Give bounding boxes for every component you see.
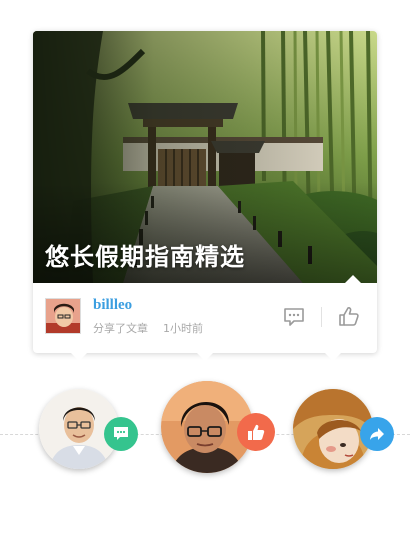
comment-button[interactable] — [283, 306, 305, 328]
comment-badge[interactable] — [104, 417, 138, 451]
article-cover-image[interactable]: 悠长假期指南精选 — [33, 31, 377, 283]
thumbs-up-icon — [339, 307, 359, 326]
pointer-user-2 — [197, 353, 213, 361]
author-avatar[interactable] — [45, 298, 81, 334]
article-card[interactable]: 悠长假期指南精选 billleo 分享了文章 1小时前 — [33, 31, 377, 361]
pointer-user-3 — [325, 353, 341, 361]
author-name[interactable]: billleo — [93, 297, 132, 314]
share-arrow-icon — [370, 428, 384, 440]
card-pointer — [345, 275, 361, 283]
author-photo — [46, 299, 80, 333]
post-time: 1小时前 — [163, 322, 203, 335]
action-divider — [321, 307, 322, 327]
share-badge[interactable] — [360, 417, 394, 451]
like-badge[interactable] — [237, 413, 275, 451]
author-bar: billleo 分享了文章 1小时前 — [33, 283, 377, 353]
share-action-text: 分享了文章 — [93, 322, 148, 335]
comment-icon — [114, 427, 128, 440]
like-button[interactable] — [338, 305, 360, 327]
article-title[interactable]: 悠长假期指南精选 — [45, 237, 245, 272]
thumbs-up-icon — [248, 424, 265, 440]
comment-icon — [284, 308, 304, 326]
pointer-user-1 — [71, 353, 87, 361]
